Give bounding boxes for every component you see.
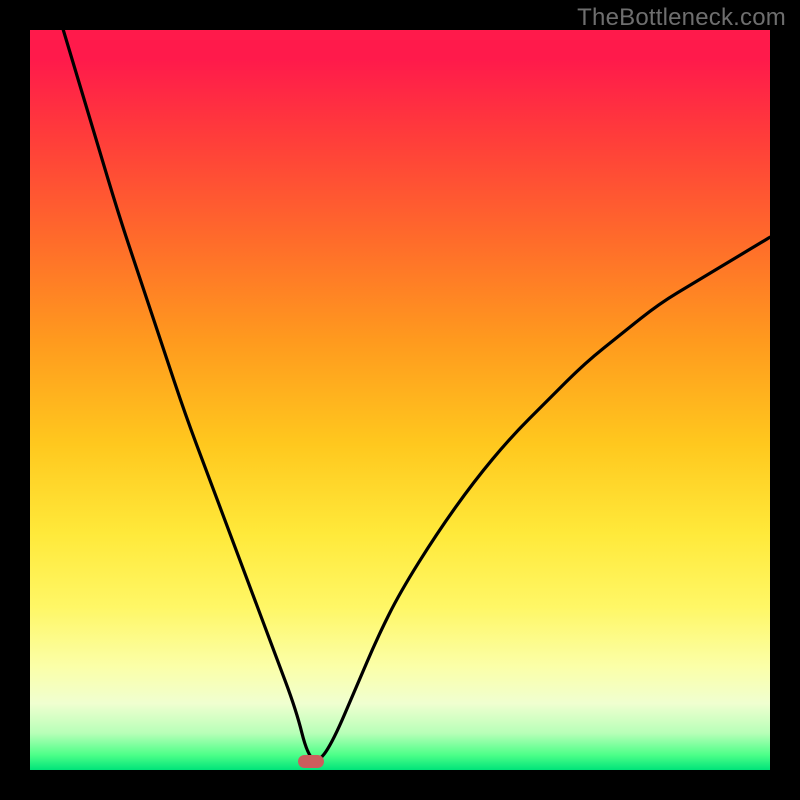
bottleneck-curve (30, 30, 770, 770)
chart-frame: TheBottleneck.com (0, 0, 800, 800)
plot-area (30, 30, 770, 770)
minimum-marker (298, 755, 324, 768)
watermark-text: TheBottleneck.com (577, 4, 786, 32)
